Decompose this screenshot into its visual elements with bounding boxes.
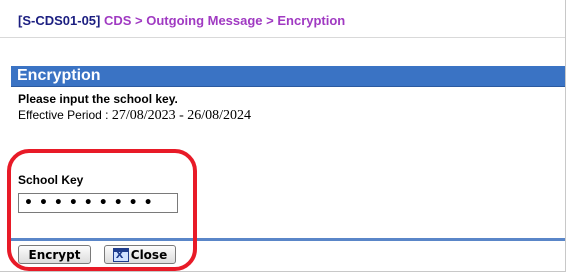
breadcrumb: [S-CDS01-05] CDS > Outgoing Message > En… — [18, 13, 345, 28]
highlight-annotation — [7, 149, 197, 271]
breadcrumb-path: CDS > Outgoing Message > Encryption — [103, 13, 346, 28]
instruction-text: Please input the school key. — [18, 92, 178, 106]
section-title: Encryption — [17, 67, 101, 84]
section-header: Encryption — [11, 66, 565, 87]
screen-code: [S-CDS01-05] — [18, 13, 101, 28]
divider — [0, 37, 565, 38]
effective-period: Effective Period : 27/08/2023 - 26/08/20… — [18, 108, 251, 124]
effective-period-value: 27/08/2023 - 26/08/2024 — [111, 108, 252, 123]
effective-period-label: Effective Period : — [18, 108, 112, 122]
